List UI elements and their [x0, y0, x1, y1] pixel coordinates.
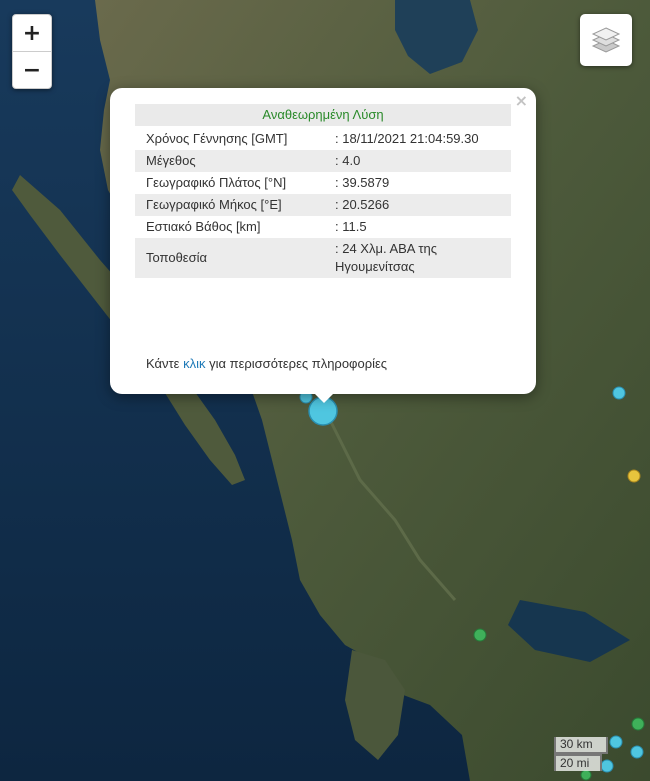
table-row: Μέγεθος : 4.0	[135, 150, 511, 172]
quake-marker[interactable]	[580, 769, 592, 781]
longitude-label: Γεωγραφικό Μήκος [°E]	[135, 194, 307, 216]
magnitude-label: Μέγεθος	[135, 150, 307, 172]
zoom-in-button[interactable]: +	[13, 15, 51, 51]
zoom-out-button[interactable]: −	[13, 51, 51, 88]
scale-mi: 20 mi	[554, 754, 602, 771]
table-row: Χρόνος Γέννησης [GMT] : 18/11/2021 21:04…	[135, 128, 511, 150]
depth-label: Εστιακό Βάθος [km]	[146, 219, 261, 234]
magnitude-value: : 4.0	[307, 150, 511, 172]
table-row: Εστιακό Βάθος [km] : 11.5	[135, 216, 511, 238]
origin-time-label: Χρόνος Γέννησης [GMT]	[146, 131, 288, 146]
quake-marker[interactable]	[627, 469, 641, 483]
popup-tip	[313, 392, 335, 403]
table-row: Γεωγραφικό Μήκος [°E] : 20.5266	[135, 194, 511, 216]
more-info-line: Κάντε κλικ για περισσότερες πληροφορίες	[146, 356, 387, 371]
scale-bar: 30 km 20 mi	[554, 737, 608, 771]
quake-marker[interactable]	[630, 745, 644, 759]
origin-time-value: : 18/11/2021 21:04:59.30	[335, 131, 479, 146]
layers-icon	[591, 27, 621, 53]
more-info-prefix: Κάντε	[146, 356, 184, 371]
table-row: Γεωγραφικό Πλάτος [°N] : 39.5879	[135, 172, 511, 194]
table-row: Τοποθεσία : 24 Χλμ. ΑΒΑ της Ηγουμενίτσας	[135, 238, 511, 278]
popup-close-button[interactable]: ×	[515, 92, 528, 110]
more-info-suffix: για περισσότερες πληροφορίες	[205, 356, 388, 371]
layers-button[interactable]	[580, 14, 632, 66]
longitude-value: : 20.5266	[307, 194, 511, 216]
popup-title: Αναθεωρημένη Λύση	[135, 104, 511, 126]
location-label: Τοποθεσία	[135, 238, 307, 278]
scale-km: 30 km	[554, 737, 608, 754]
latitude-label: Γεωγραφικό Πλάτος [°N]	[146, 175, 287, 190]
location-value: : 24 Χλμ. ΑΒΑ της Ηγουμενίτσας	[307, 238, 511, 278]
depth-value: : 11.5	[335, 219, 367, 234]
map-view[interactable]: + − × Αναθεωρημένη Λύση Χρόνος Γέννησης …	[0, 0, 650, 781]
more-info-link[interactable]: κλικ	[183, 356, 205, 371]
quake-marker[interactable]	[631, 717, 645, 731]
latitude-value: : 39.5879	[335, 175, 390, 190]
quake-marker[interactable]	[609, 735, 623, 749]
zoom-control: + −	[12, 14, 52, 89]
quake-marker[interactable]	[612, 386, 626, 400]
quake-marker[interactable]	[473, 628, 487, 642]
earthquake-popup: × Αναθεωρημένη Λύση Χρόνος Γέννησης [GMT…	[110, 88, 536, 394]
quake-info-table: Χρόνος Γέννησης [GMT] : 18/11/2021 21:04…	[135, 128, 511, 278]
